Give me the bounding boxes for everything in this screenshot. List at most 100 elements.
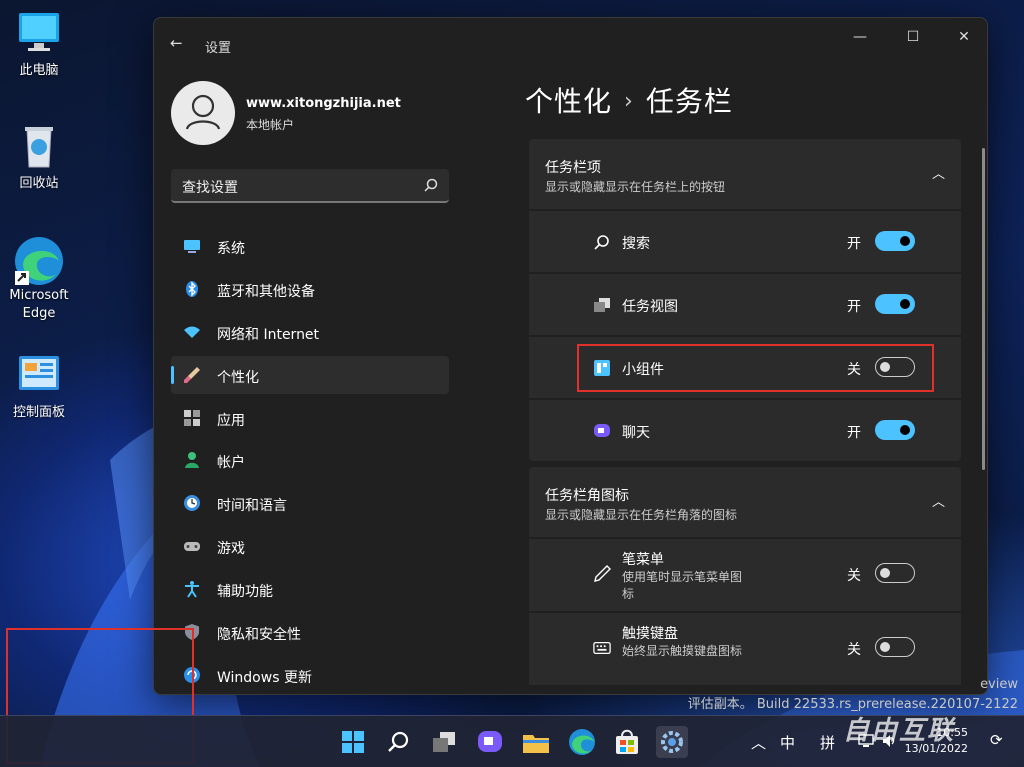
section-title: 任务栏角图标 — [545, 488, 629, 504]
active-indicator — [171, 365, 174, 384]
setting-row-touch-keyboard: 触摸键盘 始终显示触摸键盘图标 关 — [529, 613, 961, 685]
desktop-icon-this-pc[interactable]: 此电脑 — [6, 10, 72, 80]
breadcrumb-parent[interactable]: 个性化 — [525, 85, 612, 118]
desktop-icon-label: Microsoft Edge — [9, 288, 69, 321]
chat-icon — [594, 424, 610, 437]
sidebar-item-label: 网络和 Internet — [217, 326, 320, 343]
task-view-icon[interactable] — [428, 726, 460, 758]
section-subtitle: 显示或隐藏显示在任务栏上的按钮 — [545, 180, 726, 194]
setting-label: 搜索 — [622, 236, 650, 252]
chat-icon[interactable] — [474, 726, 506, 758]
sidebar-item-label: 游戏 — [217, 541, 245, 558]
breadcrumb: 个性化 › 任务栏 — [525, 80, 733, 120]
back-arrow-icon[interactable]: ← — [170, 34, 183, 52]
monitor-icon — [16, 10, 62, 56]
sidebar-item-system[interactable]: 系统 — [171, 227, 449, 265]
toggle-state-text: 关 — [847, 568, 861, 584]
maximize-button[interactable]: ☐ — [893, 26, 933, 48]
window-title: 设置 — [205, 41, 232, 56]
desktop-icon-control-panel[interactable]: 控制面板 — [6, 352, 72, 422]
search-input[interactable]: 查找设置 — [171, 169, 449, 203]
account-icon — [185, 452, 199, 469]
scrollbar[interactable] — [982, 148, 985, 470]
setting-description: 始终显示触摸键盘图标 — [622, 644, 743, 658]
ime-layout-indicator[interactable]: 拼 — [820, 732, 835, 753]
settings-gear-icon[interactable] — [656, 726, 688, 758]
title-bar: ← 设置 — ☐ ✕ — [154, 18, 987, 56]
task-view-toggle[interactable] — [875, 294, 915, 314]
chevron-up-icon[interactable]: ︿ — [932, 491, 945, 510]
search-icon — [424, 178, 438, 192]
page-title: 任务栏 — [645, 85, 733, 118]
pen-menu-toggle[interactable] — [875, 563, 915, 583]
system-icon — [184, 240, 200, 253]
sidebar-item-time-language[interactable]: 时间和语言 — [171, 484, 449, 522]
setting-label: 笔菜单 — [622, 552, 664, 568]
sidebar-item-gaming[interactable]: 游戏 — [171, 527, 449, 565]
sidebar-item-label: 时间和语言 — [217, 498, 287, 515]
toggle-state-text: 关 — [847, 642, 861, 658]
start-icon[interactable] — [337, 726, 369, 758]
bluetooth-icon — [186, 280, 198, 297]
file-explorer-icon[interactable] — [520, 726, 552, 758]
sidebar-item-label: 帐户 — [217, 455, 245, 472]
sidebar-item-network[interactable]: 网络和 Internet — [171, 313, 449, 351]
profile-account-type: 本地帐户 — [246, 118, 295, 132]
profile-name: www.xitongzhijia.net — [246, 96, 401, 111]
search-icon[interactable] — [383, 726, 415, 758]
close-button[interactable]: ✕ — [944, 26, 984, 48]
sidebar-item-windows-update[interactable]: Windows 更新 — [171, 656, 449, 694]
ime-mode-indicator[interactable]: 中 — [780, 732, 795, 753]
section-title: 任务栏项 — [545, 160, 601, 176]
toggle-state-text: 开 — [847, 425, 861, 441]
setting-label: 触摸键盘 — [622, 626, 678, 642]
widget-highlight-box — [577, 344, 934, 392]
settings-content: 任务栏项 显示或隐藏显示在任务栏上的按钮 ︿ 搜索 开 任务视图 开 小组件 关… — [529, 139, 961, 687]
edge-icon[interactable] — [566, 726, 598, 758]
desktop-icon-label: 回收站 — [19, 176, 59, 191]
sidebar-item-bluetooth[interactable]: 蓝牙和其他设备 — [171, 270, 449, 308]
sidebar-item-accessibility[interactable]: 辅助功能 — [171, 570, 449, 608]
search-icon — [594, 235, 609, 250]
setting-description: 使用笔时显示笔菜单图标 — [622, 570, 743, 601]
notification-icon[interactable]: ⟳ — [990, 731, 1003, 749]
minimize-button[interactable]: — — [840, 26, 880, 48]
sidebar-item-label: 辅助功能 — [217, 584, 273, 601]
time-language-icon — [184, 495, 200, 512]
corner-icons-header[interactable]: 任务栏角图标 显示或隐藏显示在任务栏角落的图标 ︿ — [529, 467, 961, 537]
recycle-bin-icon — [16, 123, 62, 169]
accessibility-icon — [185, 581, 199, 598]
edge-icon — [15, 235, 63, 285]
search-toggle[interactable] — [875, 231, 915, 251]
sidebar-item-label: 蓝牙和其他设备 — [217, 283, 315, 300]
touch-keyboard-toggle[interactable] — [875, 637, 915, 657]
wifi-icon — [184, 326, 200, 338]
sidebar-item-label: Windows 更新 — [217, 669, 312, 686]
sidebar-item-accounts[interactable]: 帐户 — [171, 441, 449, 479]
sidebar-item-label: 应用 — [217, 412, 245, 429]
avatar[interactable] — [171, 81, 235, 145]
desktop-icon-edge[interactable]: Microsoft Edge — [6, 235, 72, 323]
breadcrumb-separator: › — [624, 89, 634, 114]
watermark-line-1: eview — [980, 677, 1018, 692]
sidebar-item-label: 系统 — [217, 241, 245, 257]
keyboard-icon — [593, 641, 611, 655]
sidebar-item-apps[interactable]: 应用 — [171, 399, 449, 437]
setting-label: 任务视图 — [622, 299, 678, 315]
taskbar-items-header[interactable]: 任务栏项 显示或隐藏显示在任务栏上的按钮 ︿ — [529, 139, 961, 209]
sidebar-item-label: 个性化 — [217, 369, 259, 386]
sidebar-item-privacy[interactable]: 隐私和安全性 — [171, 613, 449, 651]
chevron-up-icon[interactable]: ︿ — [751, 732, 766, 753]
sidebar-item-personalization[interactable]: 个性化 — [171, 355, 449, 394]
chat-toggle[interactable] — [875, 420, 915, 440]
apps-icon — [184, 409, 200, 426]
store-icon[interactable] — [611, 726, 643, 758]
desktop-icon-label: 控制面板 — [12, 405, 65, 420]
brand-watermark: 自由互联 — [843, 716, 956, 746]
user-icon — [185, 94, 221, 130]
brush-icon — [184, 366, 200, 383]
chevron-up-icon[interactable]: ︿ — [932, 163, 945, 182]
search-placeholder: 查找设置 — [182, 180, 238, 196]
toggle-state-text: 开 — [847, 236, 861, 252]
desktop-icon-recycle-bin[interactable]: 回收站 — [6, 123, 72, 193]
